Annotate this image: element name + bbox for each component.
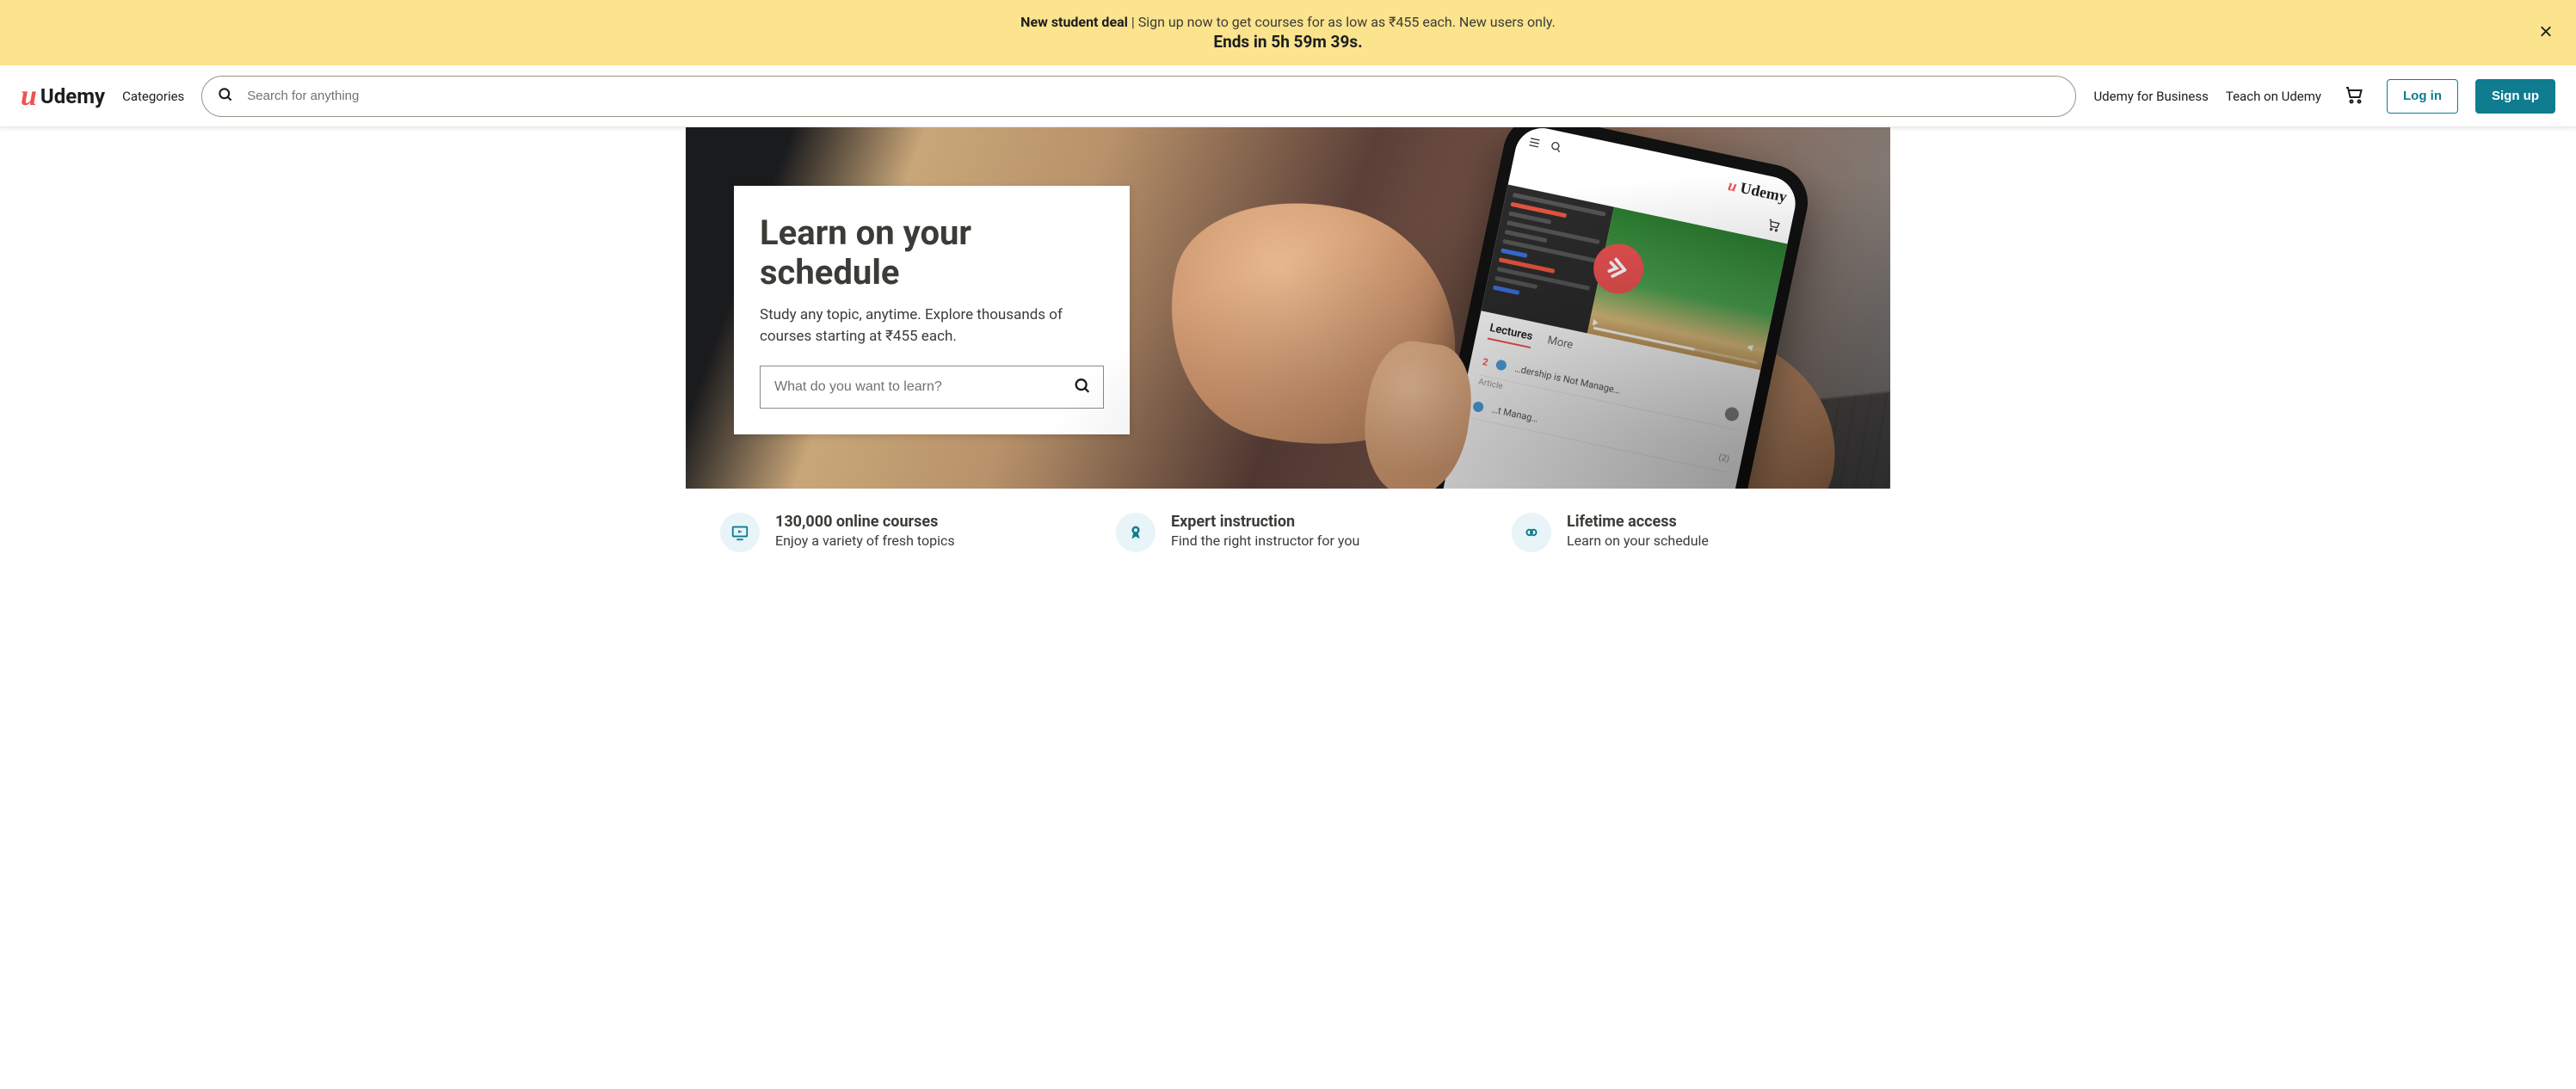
phone-screen: u Udemy	[1429, 127, 1800, 489]
play-monitor-icon	[720, 513, 760, 552]
promo-text: New student deal | Sign up now to get co…	[34, 14, 2542, 30]
hero-search-button[interactable]	[1068, 372, 1097, 403]
feature-expert: Expert instruction Find the right instru…	[1116, 513, 1460, 552]
hero-subtitle: Study any topic, anytime. Explore thousa…	[760, 305, 1104, 347]
award-icon	[1116, 513, 1156, 552]
hero-card: Learn on your schedule Study any topic, …	[734, 186, 1130, 434]
features-row: 130,000 online courses Enjoy a variety o…	[686, 489, 1890, 561]
status-dot-icon	[1495, 359, 1507, 371]
feature-title: Expert instruction	[1171, 513, 1359, 531]
search-input[interactable]	[201, 76, 2076, 117]
hero-section: u Udemy	[686, 127, 1890, 489]
feature-title: 130,000 online courses	[775, 513, 955, 531]
feature-sub: Learn on your schedule	[1567, 532, 1709, 549]
search-icon	[1073, 385, 1092, 398]
promo-banner: New student deal | Sign up now to get co…	[0, 0, 2576, 65]
logo-text: Udemy	[40, 84, 105, 108]
cart-button[interactable]	[2339, 79, 2370, 113]
hero-search	[760, 366, 1104, 409]
phone-tab-lectures: Lectures	[1488, 322, 1534, 348]
promo-bold: New student deal	[1020, 14, 1128, 30]
hero-image: u Udemy	[686, 127, 1890, 489]
categories-link[interactable]: Categories	[122, 89, 184, 104]
feature-lifetime: Lifetime access Learn on your schedule	[1512, 513, 1856, 552]
feature-sub: Enjoy a variety of fresh topics	[775, 532, 955, 549]
teach-link[interactable]: Teach on Udemy	[2226, 89, 2321, 104]
search-icon	[217, 86, 234, 107]
menu-icon	[1525, 134, 1543, 154]
speaker-icon	[1744, 340, 1759, 358]
promo-countdown: Ends in 5h 59m 39s.	[34, 32, 2542, 52]
phone-logo: u Udemy	[1726, 176, 1788, 206]
signup-button[interactable]: Sign up	[2475, 79, 2555, 114]
promo-close-button[interactable]	[2533, 19, 2559, 47]
download-icon	[1723, 406, 1740, 422]
feature-title: Lifetime access	[1567, 513, 1709, 531]
status-dot-icon	[1472, 400, 1484, 412]
header: u Udemy Categories Udemy for Business Te…	[0, 65, 2576, 127]
play-small-icon	[1593, 319, 1599, 327]
infinity-icon	[1512, 513, 1551, 552]
hero-title: Learn on your schedule	[760, 213, 1104, 292]
cart-icon	[1765, 218, 1782, 237]
business-link[interactable]: Udemy for Business	[2093, 89, 2208, 104]
feature-sub: Find the right instructor for you	[1171, 532, 1359, 549]
logo-mark-icon: u	[21, 82, 37, 111]
hero-search-input[interactable]	[760, 366, 1104, 409]
search-icon	[1548, 138, 1565, 158]
cart-icon	[2344, 95, 2364, 108]
feature-courses: 130,000 online courses Enjoy a variety o…	[720, 513, 1064, 552]
phone-mockup: u Udemy	[1415, 127, 1815, 489]
logo[interactable]: u Udemy	[21, 82, 105, 111]
close-icon	[2538, 29, 2554, 42]
header-search	[201, 76, 2076, 117]
phone-tab-more: More	[1545, 334, 1575, 357]
login-button[interactable]: Log in	[2387, 79, 2458, 114]
